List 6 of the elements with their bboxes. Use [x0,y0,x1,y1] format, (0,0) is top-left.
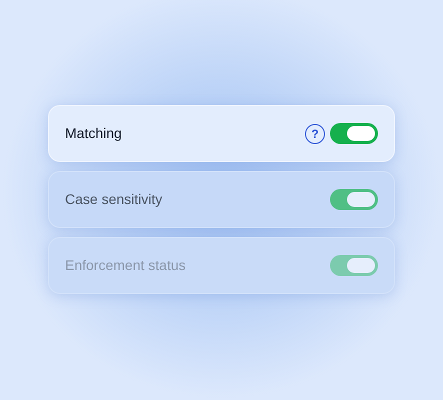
setting-label: Case sensitivity [65,190,164,209]
toggle-switch[interactable] [330,189,378,210]
toggle-switch[interactable] [330,123,378,144]
setting-label: Matching [65,124,123,143]
setting-label: Enforcement status [65,256,187,275]
help-icon[interactable]: ? [305,124,325,144]
